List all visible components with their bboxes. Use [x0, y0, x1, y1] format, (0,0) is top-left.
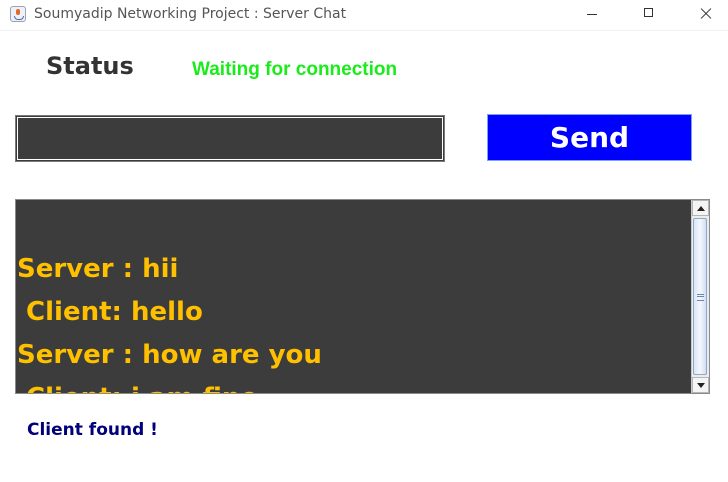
title-bar: Soumyadip Networking Project : Server Ch…	[0, 0, 728, 31]
chat-message: Server : hii	[17, 254, 179, 284]
message-input[interactable]	[15, 115, 445, 162]
chat-messages: Server : hii Client: hello Server : how …	[17, 248, 691, 393]
window-title: Soumyadip Networking Project : Server Ch…	[34, 6, 347, 22]
chat-message: Client: hello	[17, 297, 203, 327]
scroll-thumb[interactable]	[693, 218, 707, 375]
status-label: Status	[46, 52, 134, 80]
send-button[interactable]: Send	[487, 114, 692, 161]
scroll-up-arrow-icon[interactable]	[692, 200, 709, 216]
close-icon[interactable]	[683, 0, 728, 30]
status-value: Waiting for connection	[192, 59, 398, 80]
maximize-icon[interactable]	[626, 0, 672, 30]
minimize-icon[interactable]	[569, 0, 615, 30]
connection-status: Client found !	[27, 420, 158, 440]
scroll-down-arrow-icon[interactable]	[692, 377, 709, 393]
grip-icon	[697, 294, 704, 301]
chat-message: Server : how are you	[17, 340, 322, 370]
chat-scrollbar[interactable]	[691, 200, 709, 393]
chat-message: Client: i am fine	[17, 377, 691, 393]
chat-history[interactable]: Server : hii Client: hello Server : how …	[15, 199, 710, 394]
java-app-icon	[10, 6, 26, 22]
